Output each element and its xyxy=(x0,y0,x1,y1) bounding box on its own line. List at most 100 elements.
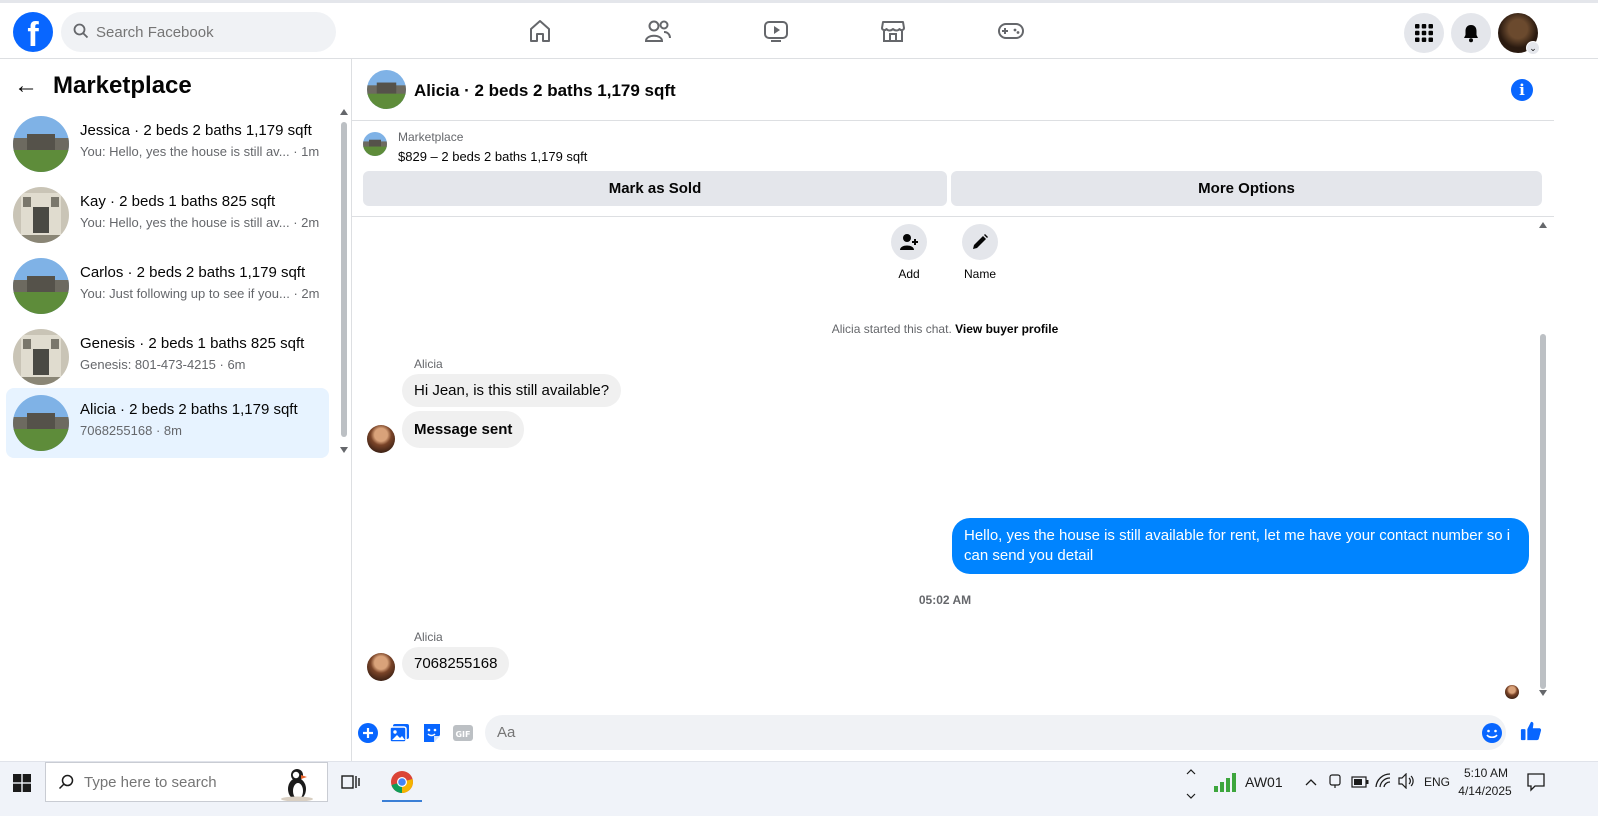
conversation-item-jessica[interactable]: Jessica · 2 beds 2 baths 1,179 sqft You:… xyxy=(6,109,329,179)
listing-thumbnail xyxy=(13,187,69,243)
video-icon[interactable] xyxy=(761,16,791,46)
taskbar-search-box[interactable] xyxy=(45,762,328,802)
chrome-taskbar-button[interactable] xyxy=(382,762,422,802)
conversation-name: Jessica · 2 beds 2 baths 1,179 sqft xyxy=(80,122,312,139)
plus-circle-icon[interactable] xyxy=(357,722,379,744)
chevron-up-icon[interactable] xyxy=(1305,774,1317,792)
scroll-down-icon[interactable] xyxy=(1539,690,1547,696)
sidebar-scrollbar[interactable] xyxy=(340,109,348,459)
conversation-name: Alicia · 2 beds 2 baths 1,179 sqft xyxy=(80,401,298,418)
speaker-icon[interactable] xyxy=(1398,772,1416,794)
incoming-message[interactable]: Hi Jean, is this still available? xyxy=(402,374,622,407)
listing-thumbnail xyxy=(13,329,69,385)
listing-price[interactable]: $829 – 2 beds 2 baths 1,179 sqft xyxy=(398,149,587,164)
thumbs-up-icon[interactable] xyxy=(1520,720,1542,742)
conversation-name: Kay · 2 beds 1 baths 825 sqft xyxy=(80,193,276,210)
listing-kind: Marketplace xyxy=(398,130,464,144)
search-icon xyxy=(58,774,74,790)
conversation-item-carlos[interactable]: Carlos · 2 beds 2 baths 1,179 sqft You: … xyxy=(6,251,329,321)
emoji-icon[interactable] xyxy=(1481,722,1503,744)
gif-icon[interactable]: GIF xyxy=(452,722,474,744)
search-box[interactable] xyxy=(61,12,336,52)
conversation-preview: 7068255168 · 8m xyxy=(80,423,182,438)
sticker-icon[interactable] xyxy=(421,722,443,744)
conversation-title[interactable]: Alicia · 2 beds 2 baths 1,179 sqft xyxy=(414,81,676,101)
conversation-preview: Genesis: 801-473-4215 · 6m xyxy=(80,357,246,372)
menu-grid-icon[interactable] xyxy=(1404,13,1444,53)
marketplace-icon[interactable] xyxy=(878,16,908,46)
gaming-icon[interactable] xyxy=(996,16,1026,46)
info-icon[interactable]: i xyxy=(1511,79,1533,101)
sender-name: Alicia xyxy=(414,357,443,371)
listing-thumbnail[interactable] xyxy=(367,70,406,109)
conversation-item-alicia[interactable]: Alicia · 2 beds 2 baths 1,179 sqft 70682… xyxy=(6,388,329,458)
sender-avatar[interactable] xyxy=(367,653,395,681)
chat-started-notice: Alicia started this chat. View buyer pro… xyxy=(831,322,1059,336)
taskbar-search-input[interactable] xyxy=(84,763,264,801)
message-composer: GIF xyxy=(352,713,1554,753)
incoming-message[interactable]: Message sent xyxy=(402,411,525,448)
name-chat-action[interactable]: Name xyxy=(950,224,1010,281)
top-navigation-bar: f ⌄ xyxy=(0,0,1598,59)
marketplace-listing-card: Marketplace $829 – 2 beds 2 baths 1,179 … xyxy=(352,122,1554,217)
search-input[interactable] xyxy=(96,12,326,52)
read-receipt-avatar xyxy=(1505,685,1519,699)
language-indicator[interactable]: ENG xyxy=(1424,775,1450,789)
chrome-icon xyxy=(391,771,413,793)
more-options-button[interactable]: More Options xyxy=(951,171,1542,206)
view-buyer-profile-link[interactable]: View buyer profile xyxy=(955,322,1058,336)
puffin-illustration-icon xyxy=(281,769,313,801)
name-label: Name xyxy=(963,267,996,281)
listing-thumbnail xyxy=(13,395,69,451)
notifications-bell-icon[interactable] xyxy=(1451,13,1491,53)
scrollbar-thumb[interactable] xyxy=(341,122,347,437)
photo-icon[interactable] xyxy=(389,722,411,744)
message-input[interactable] xyxy=(497,715,1457,750)
listing-thumbnail xyxy=(13,116,69,172)
outgoing-message[interactable]: Hello, yes the house is still available … xyxy=(952,518,1529,574)
incoming-message[interactable]: 7068255168 xyxy=(402,647,510,680)
clock-time[interactable]: 5:10 AM xyxy=(1458,766,1514,780)
profile-avatar[interactable]: ⌄ xyxy=(1498,13,1540,55)
task-view-icon[interactable] xyxy=(341,773,361,796)
message-field[interactable] xyxy=(485,715,1506,750)
conversation-name: Genesis · 2 beds 1 baths 825 sqft xyxy=(80,335,305,352)
sender-avatar[interactable] xyxy=(367,425,395,453)
conversation-scrollbar[interactable] xyxy=(1538,219,1548,699)
conversation-name: Carlos · 2 beds 2 baths 1,179 sqft xyxy=(80,264,306,281)
scroll-up-icon[interactable] xyxy=(1186,764,1196,782)
scroll-up-icon[interactable] xyxy=(1539,222,1547,228)
windows-start-icon[interactable] xyxy=(13,774,31,797)
conversation-preview: You: Hello, yes the house is still av...… xyxy=(80,215,320,230)
listing-thumbnail xyxy=(363,132,387,156)
message-timestamp: 05:02 AM xyxy=(918,593,972,607)
conversation-item-genesis[interactable]: Genesis · 2 beds 1 baths 825 sqft Genesi… xyxy=(6,322,329,392)
sidebar-header: ← Marketplace xyxy=(14,71,192,101)
back-arrow-icon[interactable]: ← xyxy=(14,72,44,100)
notification-center-icon[interactable] xyxy=(1526,772,1546,797)
svg-text:GIF: GIF xyxy=(455,730,470,739)
chevron-down-icon[interactable]: ⌄ xyxy=(1526,41,1540,55)
add-person-icon[interactable] xyxy=(891,224,927,260)
battery-icon[interactable] xyxy=(1351,775,1369,793)
mark-as-sold-button[interactable]: Mark as Sold xyxy=(363,171,947,206)
scroll-down-icon[interactable] xyxy=(1186,788,1196,806)
add-people-action[interactable]: Add xyxy=(879,224,939,281)
conversation-sidebar: ← Marketplace Jessica · 2 beds 2 baths 1… xyxy=(0,59,352,761)
scroll-down-icon[interactable] xyxy=(340,447,348,453)
facebook-logo[interactable]: f xyxy=(13,12,53,52)
network-signal-icon[interactable] xyxy=(1213,771,1237,798)
wifi-icon[interactable] xyxy=(1375,773,1393,794)
meet-now-icon[interactable] xyxy=(1328,773,1342,794)
clock-date[interactable]: 4/14/2025 xyxy=(1454,784,1516,798)
sender-name: Alicia xyxy=(414,630,443,644)
pencil-icon[interactable] xyxy=(962,224,998,260)
conversation-header: Alicia · 2 beds 2 baths 1,179 sqft i xyxy=(352,59,1554,121)
home-icon[interactable] xyxy=(525,16,555,46)
conversation-item-kay[interactable]: Kay · 2 beds 1 baths 825 sqft You: Hello… xyxy=(6,180,329,250)
scrollbar-thumb[interactable] xyxy=(1540,334,1546,689)
friends-icon[interactable] xyxy=(643,16,673,46)
scroll-up-icon[interactable] xyxy=(340,109,348,115)
listing-thumbnail xyxy=(13,258,69,314)
add-label: Add xyxy=(898,267,920,281)
